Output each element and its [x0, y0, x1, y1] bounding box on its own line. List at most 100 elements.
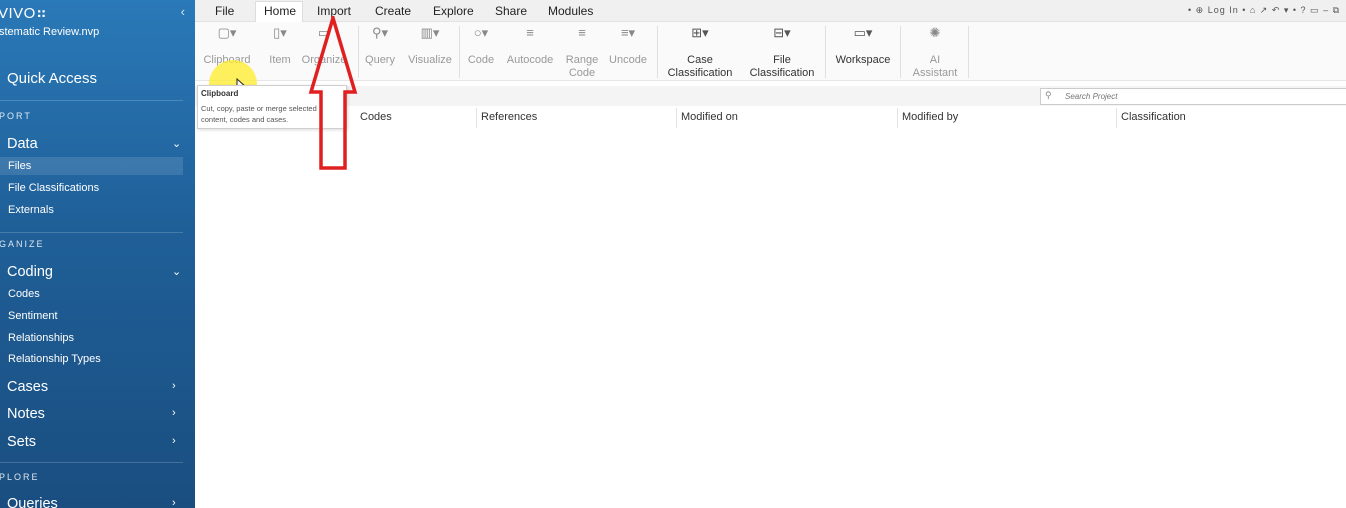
nav-codes[interactable]: Codes	[8, 288, 40, 300]
menu-file[interactable]: File	[215, 4, 234, 18]
chevron-down-icon: ⌄	[172, 266, 182, 278]
workspace-button[interactable]: ▭▾ Workspace	[831, 22, 895, 67]
nav-queries[interactable]: Queries ›	[7, 496, 176, 508]
divider	[0, 462, 183, 463]
logo-mark-icon: ⠶	[35, 5, 48, 22]
menu-home[interactable]: Home	[264, 4, 296, 18]
sidebar: VIVO⠶ ‹ stematic Review.nvp Quick Access…	[0, 0, 195, 508]
query-label: Query	[365, 54, 395, 66]
workspace-icon: ▭▾	[853, 25, 873, 40]
window-controls[interactable]: • ⊕ Log In • ⌂ ↗ ↶ ▾ • ? ▭ – ⧉	[1188, 5, 1340, 16]
chevron-down-icon: ⌄	[172, 138, 182, 150]
ribbon-separator	[459, 26, 460, 78]
visualize-label: Visualize	[408, 54, 452, 66]
nav-relationships[interactable]: Relationships	[8, 332, 74, 344]
nav-externals[interactable]: Externals	[8, 204, 54, 216]
code-label: Code	[467, 54, 495, 66]
chevron-right-icon: ›	[172, 435, 176, 447]
uncode-label: Uncode	[609, 54, 647, 66]
case-classification-icon: ⊞▾	[691, 25, 709, 40]
code-button[interactable]: ○▾ Code	[465, 22, 497, 67]
ribbon-separator	[825, 26, 826, 78]
search-box[interactable]: ⚲	[1040, 88, 1346, 105]
nav-sets[interactable]: Sets ›	[7, 434, 176, 450]
column-separator	[897, 108, 898, 128]
case-classification-button[interactable]: ⊞▾ Case Classification	[663, 22, 737, 80]
query-button[interactable]: ⚲▾ Query	[361, 22, 399, 67]
section-explore: PLORE	[0, 472, 40, 482]
ai-label-1: AI	[929, 54, 941, 66]
nav-cases[interactable]: Cases ›	[7, 379, 176, 395]
ribbon-separator	[358, 26, 359, 78]
case-classification-label-2: Classification	[667, 67, 733, 79]
autocode-icon: ≡	[526, 25, 534, 40]
nav-data-label: Data	[7, 136, 38, 152]
tooltip-title: Clipboard	[201, 89, 239, 98]
nav-coding-label: Coding	[7, 264, 53, 280]
app-logo: VIVO⠶	[0, 5, 48, 22]
range-code-icon: ≡	[578, 25, 586, 40]
project-name: stematic Review.nvp	[0, 26, 100, 38]
column-separator	[676, 108, 677, 128]
menu-explore[interactable]: Explore	[433, 4, 474, 18]
code-icon: ○▾	[473, 25, 489, 40]
range-code-label-2: Code	[568, 67, 596, 79]
column-separator	[476, 108, 477, 128]
nav-coding[interactable]: Coding ⌄	[7, 264, 181, 280]
nav-file-classifications[interactable]: File Classifications	[8, 182, 99, 194]
magnifier-icon: ⚲▾	[371, 25, 389, 40]
column-codes[interactable]: Codes	[360, 111, 392, 123]
chevron-right-icon: ›	[172, 380, 176, 392]
ribbon-separator	[657, 26, 658, 78]
autocode-button[interactable]: ≡ Autocode	[503, 22, 557, 67]
ai-label-2: Assistant	[912, 67, 958, 79]
divider	[0, 232, 183, 233]
divider	[0, 100, 183, 101]
clipboard-icon: ▢▾	[217, 25, 237, 40]
nav-files[interactable]: Files	[8, 160, 31, 172]
brain-icon: ✺	[929, 25, 941, 40]
nav-notes-label: Notes	[7, 406, 45, 422]
nav-sets-label: Sets	[7, 434, 37, 450]
nav-cases-label: Cases	[7, 379, 49, 395]
item-label: Item	[269, 54, 291, 66]
menu-modules[interactable]: Modules	[548, 4, 593, 18]
visualize-button[interactable]: ▥▾ Visualize	[405, 22, 455, 67]
quick-access[interactable]: Quick Access	[7, 70, 97, 87]
file-classification-label-1: File	[773, 54, 791, 66]
ribbon-separator	[900, 26, 901, 78]
column-classification[interactable]: Classification	[1121, 111, 1186, 123]
nav-data[interactable]: Data ⌄	[7, 136, 181, 152]
column-modified-on[interactable]: Modified on	[681, 111, 738, 123]
file-classification-button[interactable]: ⊟▾ File Classification	[745, 22, 819, 80]
item-button[interactable]: ▯▾ Item	[265, 22, 295, 67]
collapse-sidebar-icon[interactable]: ‹	[181, 4, 185, 19]
search-icon: ⚲	[1045, 90, 1052, 100]
nav-notes[interactable]: Notes ›	[7, 406, 176, 422]
menu-share[interactable]: Share	[495, 4, 527, 18]
column-separator	[1116, 108, 1117, 128]
nav-sentiment[interactable]: Sentiment	[8, 310, 58, 322]
column-references[interactable]: References	[481, 111, 537, 123]
column-modified-by[interactable]: Modified by	[902, 111, 958, 123]
search-input[interactable]	[1065, 90, 1335, 102]
case-classification-label-1: Case	[687, 54, 713, 66]
file-classification-icon: ⊟▾	[773, 25, 791, 40]
section-organize: GANIZE	[0, 239, 45, 249]
range-code-label-1: Range	[565, 54, 599, 66]
workspace-label: Workspace	[835, 54, 891, 66]
nav-relationship-types[interactable]: Relationship Types	[8, 353, 101, 365]
ai-assistant-button[interactable]: ✺ AI Assistant	[905, 22, 965, 80]
chevron-right-icon: ›	[172, 407, 176, 419]
nav-queries-label: Queries	[7, 496, 58, 508]
red-arrow-annotation-icon	[308, 16, 358, 170]
ribbon: ▢▾ Clipboard ▯▾ Item ▭ Organize ⚲▾ Query…	[195, 22, 1346, 81]
chevron-right-icon: ›	[172, 497, 176, 508]
section-import: PORT	[0, 111, 32, 121]
menu-bar: File Home Import Create Explore Share Mo…	[195, 0, 1346, 23]
range-code-button[interactable]: ≡ Range Code	[562, 22, 602, 80]
menu-create[interactable]: Create	[375, 4, 411, 18]
uncode-icon: ≡▾	[620, 25, 636, 40]
chart-icon: ▥▾	[420, 25, 440, 40]
uncode-button[interactable]: ≡▾ Uncode	[606, 22, 650, 67]
